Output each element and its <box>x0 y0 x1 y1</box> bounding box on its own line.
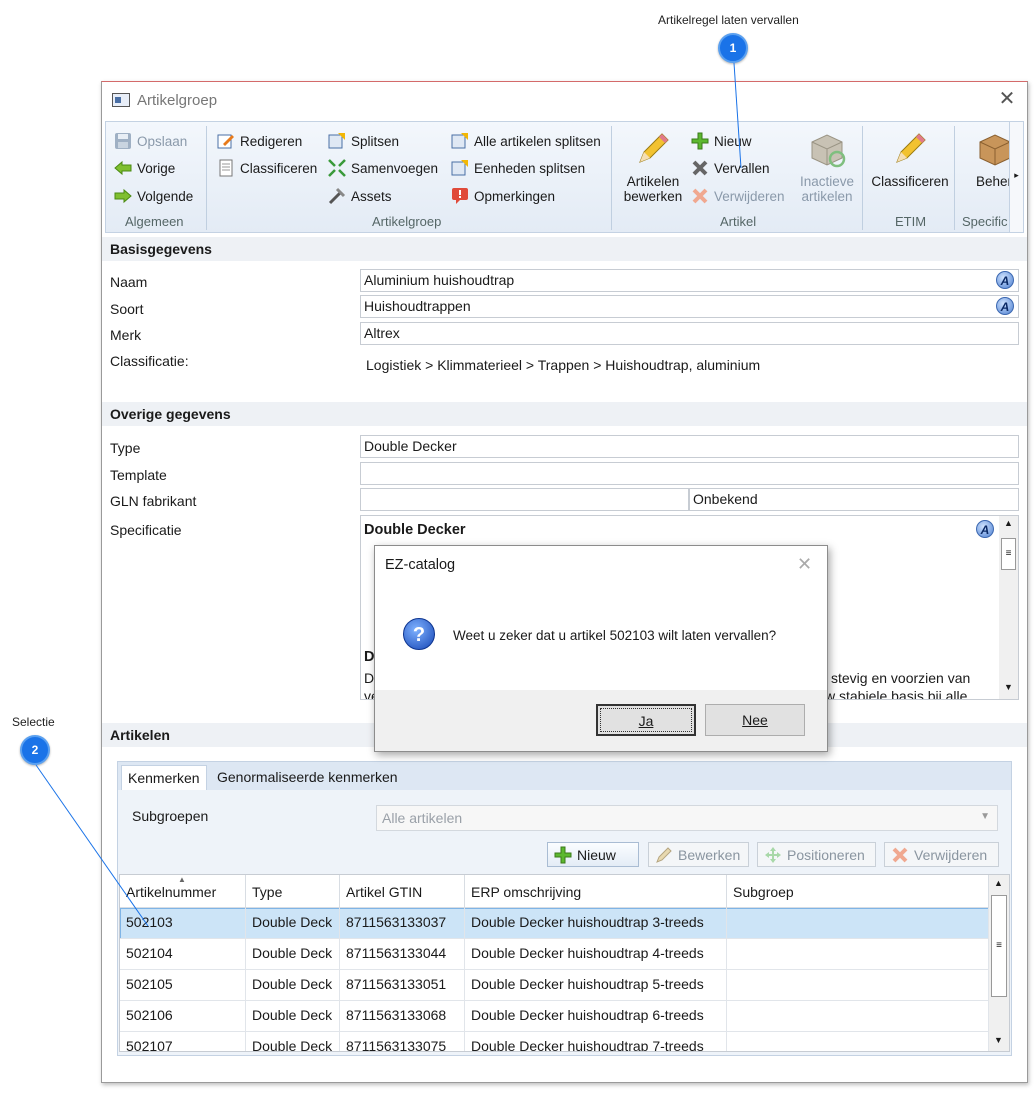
question-icon: ? <box>403 618 435 650</box>
confirm-dialog: EZ-catalog ✕ ? Weet u zeker dat u artike… <box>374 545 828 752</box>
nee-label: Nee <box>742 712 768 728</box>
nee-button[interactable]: Nee <box>705 704 805 736</box>
dialog-message: Weet u zeker dat u artikel 502103 wilt l… <box>453 628 777 643</box>
ja-label: Ja <box>638 713 654 729</box>
dialog-title: EZ-catalog <box>385 557 456 573</box>
dialog-footer: Ja Nee <box>375 690 827 751</box>
dialog-close-button[interactable]: ✕ <box>797 554 812 575</box>
ja-button[interactable]: Ja <box>596 704 696 736</box>
